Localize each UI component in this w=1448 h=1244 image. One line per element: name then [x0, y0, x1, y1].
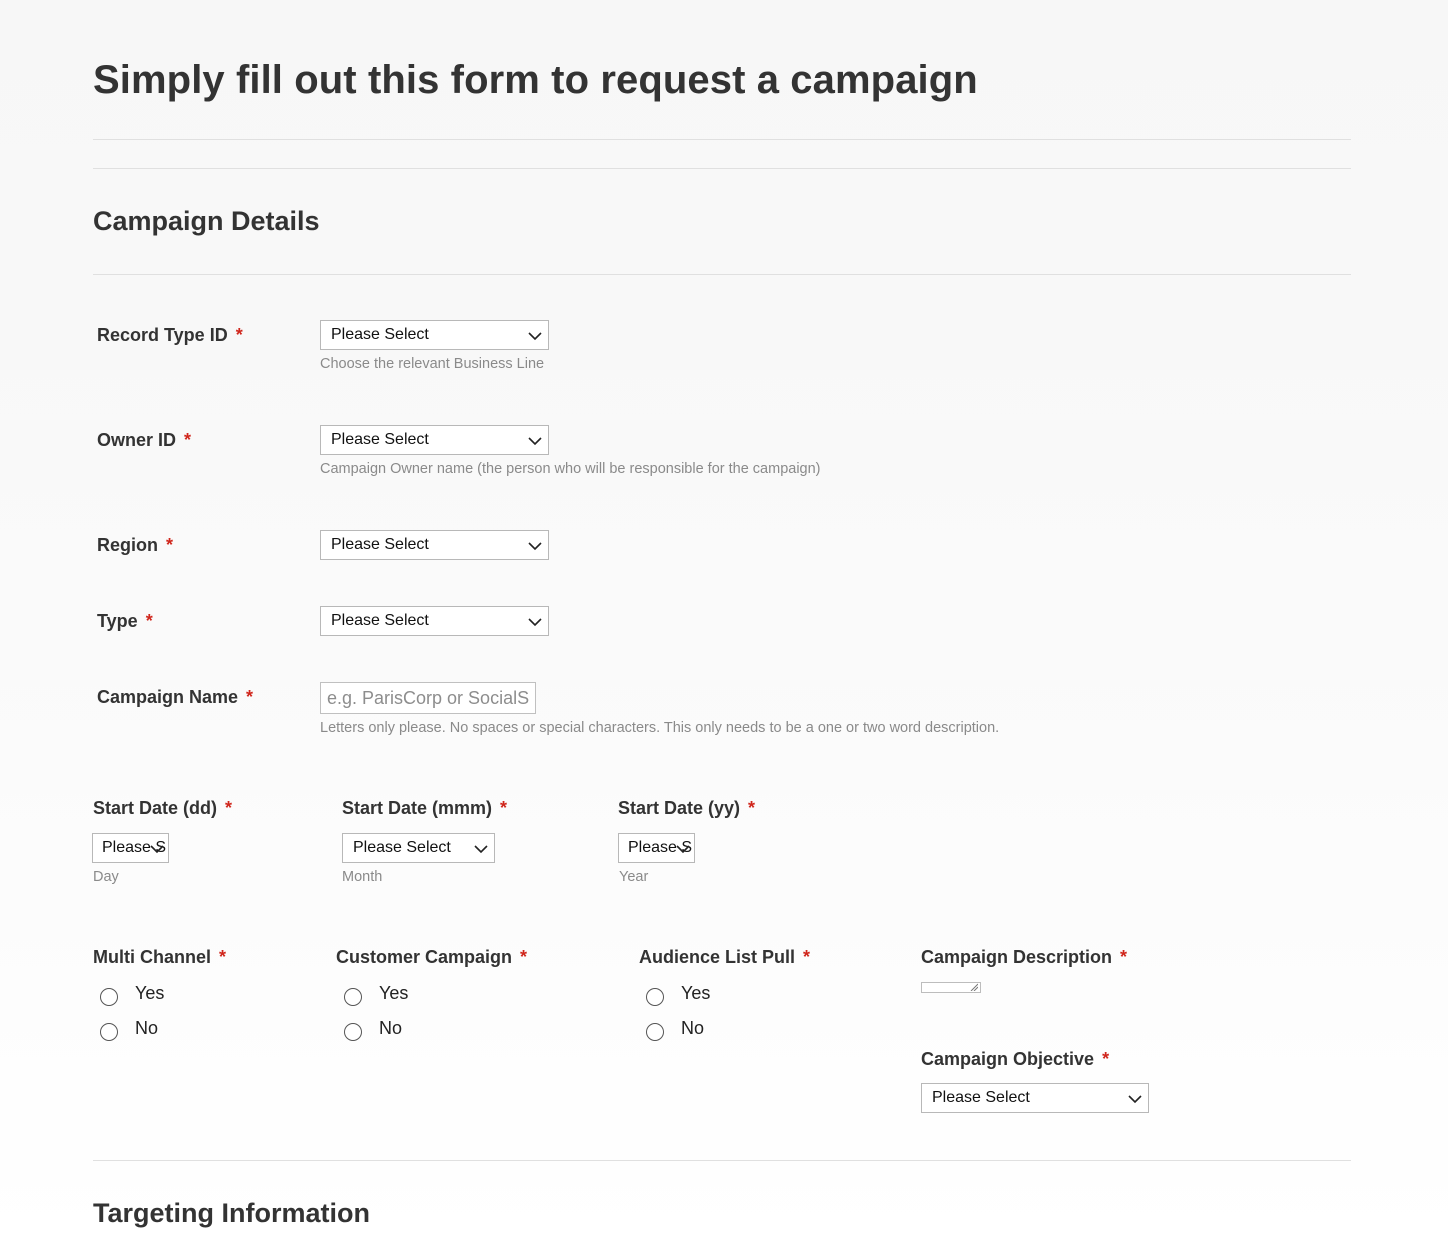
region-select[interactable]: Please Select	[320, 530, 549, 560]
chevron-down-icon	[1128, 1095, 1142, 1104]
audience-list-pull-label: Audience List Pull *	[639, 947, 810, 968]
chevron-down-icon	[676, 845, 690, 854]
required-marker: *	[500, 798, 508, 818]
campaign-name-hint: Letters only please. No spaces or specia…	[320, 720, 1000, 736]
record-type-label-text: Record Type ID	[97, 325, 228, 345]
customer-campaign-no-radio[interactable]	[344, 1023, 362, 1041]
start-month-label: Start Date (mmm) *	[342, 798, 507, 819]
campaign-description-label-text: Campaign Description	[921, 947, 1113, 967]
type-select-value: Please Select	[331, 612, 429, 629]
start-month-label-text: Start Date (mmm)	[342, 798, 493, 818]
start-month-select[interactable]: Please Select	[342, 833, 495, 863]
region-label-text: Region	[97, 535, 158, 555]
divider	[93, 274, 1351, 275]
region-label: Region *	[97, 535, 173, 556]
audience-list-pull-label-text: Audience List Pull	[639, 947, 796, 967]
owner-label-text: Owner ID	[97, 430, 177, 450]
required-marker: *	[246, 687, 254, 707]
required-marker: *	[1120, 947, 1128, 967]
required-marker: *	[225, 798, 233, 818]
required-marker: *	[520, 947, 528, 967]
customer-campaign-yes-radio[interactable]	[344, 988, 362, 1006]
resize-grip-icon[interactable]	[969, 983, 978, 991]
chevron-down-icon	[528, 542, 542, 551]
campaign-objective-label: Campaign Objective *	[921, 1049, 1109, 1070]
multi-channel-no-label[interactable]: No	[135, 1018, 158, 1039]
owner-hint: Campaign Owner name (the person who will…	[320, 461, 821, 477]
campaign-description-label: Campaign Description *	[921, 947, 1127, 968]
owner-label: Owner ID *	[97, 430, 191, 451]
chevron-down-icon	[150, 845, 164, 854]
divider	[93, 1160, 1351, 1161]
audience-list-pull-yes-label[interactable]: Yes	[681, 983, 710, 1004]
campaign-objective-select-value: Please Select	[932, 1089, 1030, 1106]
required-marker: *	[1102, 1049, 1110, 1069]
campaign-description-textarea[interactable]	[921, 982, 981, 993]
campaign-name-label-text: Campaign Name	[97, 687, 239, 707]
chevron-down-icon	[474, 845, 488, 854]
customer-campaign-no-label[interactable]: No	[379, 1018, 402, 1039]
multi-channel-label-text: Multi Channel	[93, 947, 211, 967]
type-select[interactable]: Please Select	[320, 606, 549, 636]
start-day-hint: Day	[93, 869, 119, 885]
required-marker: *	[748, 798, 756, 818]
start-day-select[interactable]: Please S	[92, 833, 169, 863]
region-select-value: Please Select	[331, 536, 429, 553]
customer-campaign-yes-label[interactable]: Yes	[379, 983, 408, 1004]
record-type-label: Record Type ID *	[97, 325, 243, 346]
required-marker: *	[145, 611, 153, 631]
multi-channel-yes-label[interactable]: Yes	[135, 983, 164, 1004]
start-month-hint: Month	[342, 869, 383, 885]
audience-list-pull-yes-radio[interactable]	[646, 988, 664, 1006]
start-year-hint: Year	[619, 869, 649, 885]
owner-select[interactable]: Please Select	[320, 425, 549, 455]
record-type-select-value: Please Select	[331, 326, 429, 343]
multi-channel-no-radio[interactable]	[100, 1023, 118, 1041]
required-marker: *	[235, 325, 243, 345]
audience-list-pull-no-label[interactable]: No	[681, 1018, 704, 1039]
start-year-label-text: Start Date (yy)	[618, 798, 741, 818]
required-marker: *	[166, 535, 174, 555]
record-type-select[interactable]: Please Select	[320, 320, 549, 350]
section-title-campaign-details: Campaign Details	[93, 206, 320, 236]
start-year-select[interactable]: Please S	[618, 833, 695, 863]
start-day-label-text: Start Date (dd)	[93, 798, 218, 818]
start-month-select-value: Please Select	[353, 839, 451, 856]
campaign-objective-label-text: Campaign Objective	[921, 1049, 1095, 1069]
customer-campaign-label-text: Customer Campaign	[336, 947, 513, 967]
start-year-label: Start Date (yy) *	[618, 798, 755, 819]
customer-campaign-label: Customer Campaign *	[336, 947, 527, 968]
required-marker: *	[219, 947, 227, 967]
campaign-objective-select[interactable]: Please Select	[921, 1083, 1149, 1113]
required-marker: *	[803, 947, 811, 967]
page-title: Simply fill out this form to request a c…	[93, 58, 978, 102]
chevron-down-icon	[528, 437, 542, 446]
record-type-hint: Choose the relevant Business Line	[320, 356, 545, 372]
campaign-name-input[interactable]	[320, 682, 536, 714]
type-label: Type *	[97, 611, 153, 632]
chevron-down-icon	[528, 332, 542, 341]
divider	[93, 168, 1351, 169]
divider	[93, 139, 1351, 140]
multi-channel-yes-radio[interactable]	[100, 988, 118, 1006]
audience-list-pull-no-radio[interactable]	[646, 1023, 664, 1041]
required-marker: *	[184, 430, 192, 450]
chevron-down-icon	[528, 618, 542, 627]
section-title-targeting-information: Targeting Information	[93, 1198, 370, 1228]
type-label-text: Type	[97, 611, 138, 631]
start-day-label: Start Date (dd) *	[93, 798, 232, 819]
campaign-name-label: Campaign Name *	[97, 687, 253, 708]
multi-channel-label: Multi Channel *	[93, 947, 226, 968]
owner-select-value: Please Select	[331, 431, 429, 448]
